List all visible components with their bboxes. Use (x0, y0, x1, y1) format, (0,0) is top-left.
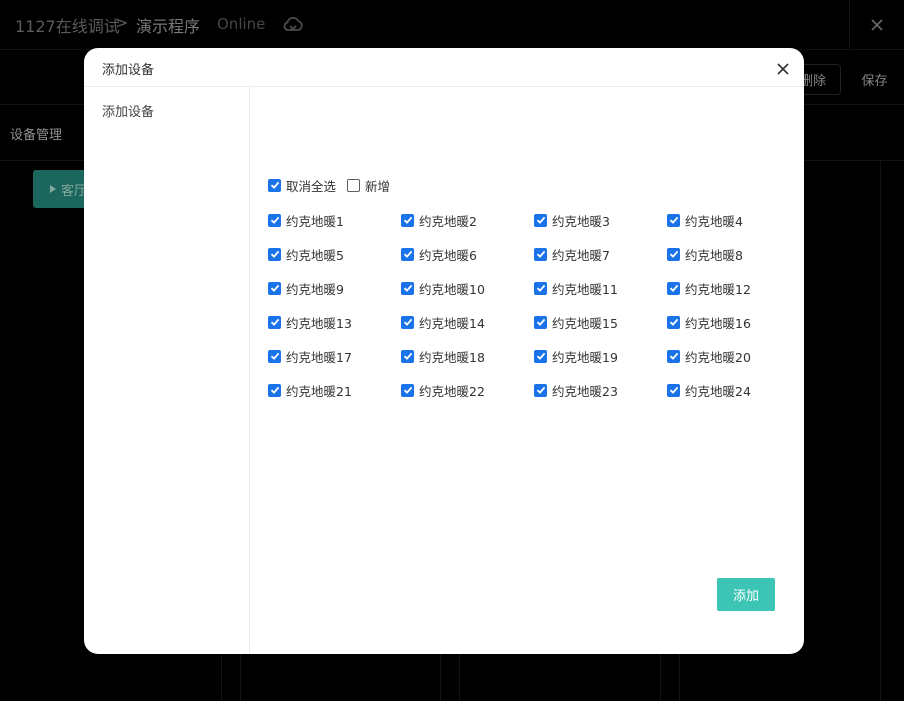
new-checkbox[interactable]: 新增 (347, 177, 391, 194)
device-label: 约克地暖13 (286, 315, 352, 331)
checkbox-checked-icon (268, 213, 281, 227)
device-label: 约克地暖11 (552, 281, 618, 297)
checkbox-checked-icon (534, 281, 547, 295)
new-label: 新增 (365, 178, 391, 194)
device-label: 约克地暖18 (419, 349, 485, 365)
checkbox-checked-icon (268, 315, 281, 329)
checkbox-checked-icon (268, 281, 281, 295)
device-checkbox[interactable]: 约克地暖16 (667, 314, 751, 331)
checkbox-checked-icon (534, 315, 547, 329)
dialog-close-button[interactable] (773, 59, 793, 79)
checkbox-checked-icon (534, 247, 547, 261)
device-label: 约克地暖7 (552, 247, 610, 263)
device-checkbox[interactable]: 约克地暖22 (401, 382, 485, 399)
checkbox-checked-icon (667, 315, 680, 329)
add-device-dialog: 添加设备 添加设备 取消全选 新增 约克地暖1 约克地暖2 约克地暖3 约克地暖4 约克… (84, 48, 804, 654)
dialog-title: 添加设备 (102, 63, 155, 78)
device-label: 约克地暖24 (685, 383, 751, 399)
device-label: 约克地暖4 (685, 213, 743, 229)
device-label: 约克地暖9 (286, 281, 344, 297)
checkbox-checked-icon (534, 383, 547, 397)
checkbox-checked-icon (534, 213, 547, 227)
device-label: 约克地暖17 (286, 349, 352, 365)
device-label: 约克地暖8 (685, 247, 743, 263)
device-checkbox[interactable]: 约克地暖24 (667, 382, 751, 399)
device-label: 约克地暖3 (552, 213, 610, 229)
device-label: 约克地暖12 (685, 281, 751, 297)
device-checkbox[interactable]: 约克地暖6 (401, 246, 477, 263)
checkbox-checked-icon (667, 213, 680, 227)
checkbox-unchecked-icon (347, 178, 360, 192)
device-checkbox[interactable]: 约克地暖2 (401, 212, 477, 229)
checkbox-checked-icon (401, 247, 414, 261)
device-label: 约克地暖1 (286, 213, 344, 229)
deselect-all-checkbox[interactable]: 取消全选 (268, 177, 337, 194)
dialog-header: 添加设备 (84, 48, 804, 87)
checkbox-checked-icon (268, 383, 281, 397)
checkbox-checked-icon (401, 349, 414, 363)
device-label: 约克地暖19 (552, 349, 618, 365)
device-checkbox[interactable]: 约克地暖5 (268, 246, 344, 263)
device-label: 约克地暖23 (552, 383, 618, 399)
device-checkbox[interactable]: 约克地暖8 (667, 246, 743, 263)
checkbox-checked-icon (268, 178, 281, 192)
device-label: 约克地暖5 (286, 247, 344, 263)
checkbox-checked-icon (667, 247, 680, 261)
checkbox-checked-icon (401, 315, 414, 329)
checkbox-checked-icon (667, 281, 680, 295)
device-label: 约克地暖21 (286, 383, 352, 399)
device-checkbox[interactable]: 约克地暖19 (534, 348, 618, 365)
device-checkbox[interactable]: 约克地暖11 (534, 280, 618, 297)
checkbox-checked-icon (268, 349, 281, 363)
checkbox-checked-icon (667, 383, 680, 397)
checkbox-checked-icon (667, 349, 680, 363)
checkbox-checked-icon (401, 213, 414, 227)
device-label: 约克地暖6 (419, 247, 477, 263)
checkbox-checked-icon (534, 349, 547, 363)
device-checkbox[interactable]: 约克地暖3 (534, 212, 610, 229)
device-label: 约克地暖2 (419, 213, 477, 229)
device-checkbox[interactable]: 约克地暖21 (268, 382, 352, 399)
checkbox-checked-icon (268, 247, 281, 261)
device-label: 约克地暖15 (552, 315, 618, 331)
device-checkbox[interactable]: 约克地暖17 (268, 348, 352, 365)
device-checkbox[interactable]: 约克地暖1 (268, 212, 344, 229)
device-label: 约克地暖16 (685, 315, 751, 331)
device-checkbox[interactable]: 约克地暖23 (534, 382, 618, 399)
device-checkbox[interactable]: 约克地暖13 (268, 314, 352, 331)
dialog-sidebar: 添加设备 (84, 87, 250, 654)
checkbox-checked-icon (401, 281, 414, 295)
device-checkbox[interactable]: 约克地暖10 (401, 280, 485, 297)
device-checkbox[interactable]: 约克地暖7 (534, 246, 610, 263)
add-button[interactable]: 添加 (717, 578, 775, 611)
device-checkbox[interactable]: 约克地暖14 (401, 314, 485, 331)
close-icon (777, 63, 789, 75)
device-label: 约克地暖20 (685, 349, 751, 365)
device-checkbox[interactable]: 约克地暖20 (667, 348, 751, 365)
checkbox-checked-icon (401, 383, 414, 397)
device-label: 约克地暖14 (419, 315, 485, 331)
device-label: 约克地暖22 (419, 383, 485, 399)
dialog-content: 取消全选 新增 约克地暖1 约克地暖2 约克地暖3 约克地暖4 约克地暖5 约克地暖6 约克… (250, 87, 804, 654)
device-checkbox[interactable]: 约克地暖4 (667, 212, 743, 229)
device-checkbox[interactable]: 约克地暖9 (268, 280, 344, 297)
device-checkbox[interactable]: 约克地暖15 (534, 314, 618, 331)
device-checkbox[interactable]: 约克地暖18 (401, 348, 485, 365)
device-checkbox[interactable]: 约克地暖12 (667, 280, 751, 297)
device-label: 约克地暖10 (419, 281, 485, 297)
deselect-all-label: 取消全选 (286, 178, 337, 194)
sidebar-item-add-device[interactable]: 添加设备 (102, 101, 154, 120)
